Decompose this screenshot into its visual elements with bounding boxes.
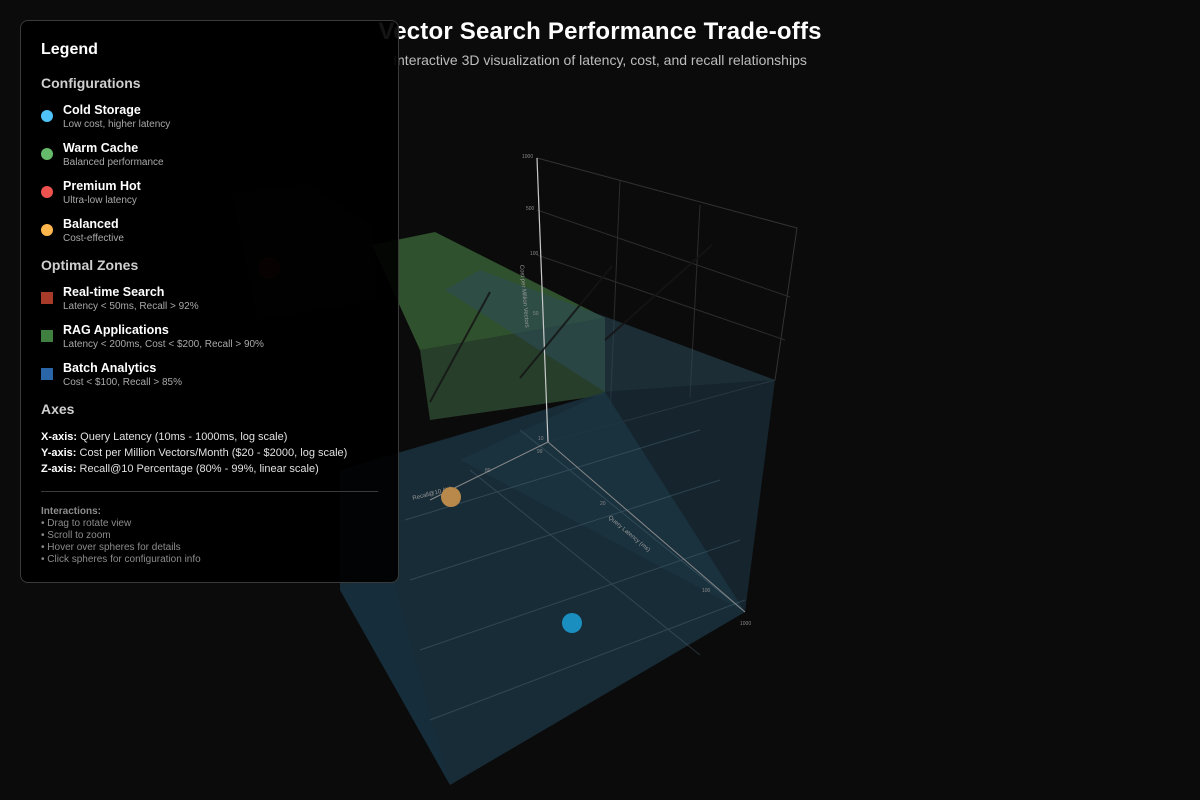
real-time-search-swatch	[41, 292, 53, 304]
legend-panel: Legend Configurations Cold Storage Low c…	[20, 20, 399, 583]
interaction-hint: • Drag to rotate view	[41, 518, 132, 529]
legend-item-warm-cache[interactable]: Warm Cache Balanced performance	[41, 141, 378, 169]
legend-item-name: Cold Storage	[63, 103, 141, 117]
interaction-hint: • Scroll to zoom	[41, 530, 111, 541]
axes-list: X-axis: Query Latency (10ms - 1000ms, lo…	[41, 429, 378, 477]
legend-item-name: Premium Hot	[63, 179, 141, 193]
optimal-zones-heading: Optimal Zones	[41, 257, 139, 273]
interaction-hint: • Hover over spheres for details	[41, 542, 181, 553]
tick-label: 500	[526, 206, 535, 212]
legend-item-desc: Cost < $100, Recall > 85%	[63, 377, 182, 388]
legend-item-batch-analytics[interactable]: Batch Analytics Cost < $100, Recall > 85…	[41, 361, 378, 389]
axis-text: Recall@10 Percentage (80% - 99%, linear …	[79, 463, 319, 475]
legend-item-desc: Low cost, higher latency	[63, 119, 171, 130]
axis-text: Query Latency (10ms - 1000ms, log scale)	[80, 431, 288, 443]
balanced-swatch	[41, 224, 53, 236]
tick-label: 99	[537, 449, 543, 455]
sphere-cold-storage[interactable]	[562, 613, 582, 633]
legend-item-name: RAG Applications	[63, 323, 169, 337]
legend-item-real-time-search[interactable]: Real-time Search Latency < 50ms, Recall …	[41, 285, 378, 313]
configurations-heading: Configurations	[41, 75, 141, 91]
axis-label: Z-axis:	[41, 463, 77, 475]
legend-title: Legend	[41, 41, 98, 58]
legend-item-desc: Cost-effective	[63, 233, 124, 244]
interactions-title: Interactions:	[41, 506, 102, 517]
zones-list: Real-time Search Latency < 50ms, Recall …	[41, 285, 378, 389]
legend-item-desc: Latency < 200ms, Cost < $200, Recall > 9…	[63, 339, 264, 350]
tick-label: 1000	[740, 621, 751, 627]
legend-item-name: Balanced	[63, 217, 119, 231]
legend-item-name: Batch Analytics	[63, 361, 157, 375]
premium-hot-swatch	[41, 186, 53, 198]
legend-item-balanced[interactable]: Balanced Cost-effective	[41, 217, 378, 245]
axis-label: Y-axis:	[41, 447, 77, 459]
z-axis-description: Z-axis: Recall@10 Percentage (80% - 99%,…	[41, 461, 378, 477]
interaction-hint: • Click spheres for configuration info	[41, 554, 201, 565]
legend-item-desc: Latency < 50ms, Recall > 92%	[63, 301, 199, 312]
axis-text: Cost per Million Vectors/Month ($20 - $2…	[79, 447, 348, 459]
batch-analytics-swatch	[41, 368, 53, 380]
tick-label: 80	[485, 468, 491, 474]
configurations-list: Cold Storage Low cost, higher latency Wa…	[41, 103, 378, 245]
legend-item-desc: Balanced performance	[63, 157, 164, 168]
legend-item-cold-storage[interactable]: Cold Storage Low cost, higher latency	[41, 103, 378, 131]
sphere-balanced[interactable]	[441, 487, 461, 507]
legend-item-name: Warm Cache	[63, 141, 139, 155]
legend-item-rag-applications[interactable]: RAG Applications Latency < 200ms, Cost <…	[41, 323, 378, 351]
tick-label: 50	[533, 311, 539, 317]
tick-label: 10	[538, 436, 544, 442]
axes-heading: Axes	[41, 401, 75, 417]
legend-item-premium-hot[interactable]: Premium Hot Ultra-low latency	[41, 179, 378, 207]
y-axis-description: Y-axis: Cost per Million Vectors/Month (…	[41, 445, 378, 461]
tick-label: 100	[702, 588, 711, 594]
legend-item-desc: Ultra-low latency	[63, 195, 137, 206]
cold-storage-swatch	[41, 110, 53, 122]
tick-label: 20	[600, 501, 606, 507]
tick-label: 1000	[522, 154, 533, 160]
rag-applications-swatch	[41, 330, 53, 342]
interactions-help: Interactions: • Drag to rotate view • Sc…	[41, 506, 378, 566]
axis-label: X-axis:	[41, 431, 78, 443]
tick-label: 100	[530, 251, 539, 257]
legend-item-name: Real-time Search	[63, 285, 165, 299]
divider	[41, 491, 378, 492]
warm-cache-swatch	[41, 148, 53, 160]
x-axis-description: X-axis: Query Latency (10ms - 1000ms, lo…	[41, 429, 378, 445]
